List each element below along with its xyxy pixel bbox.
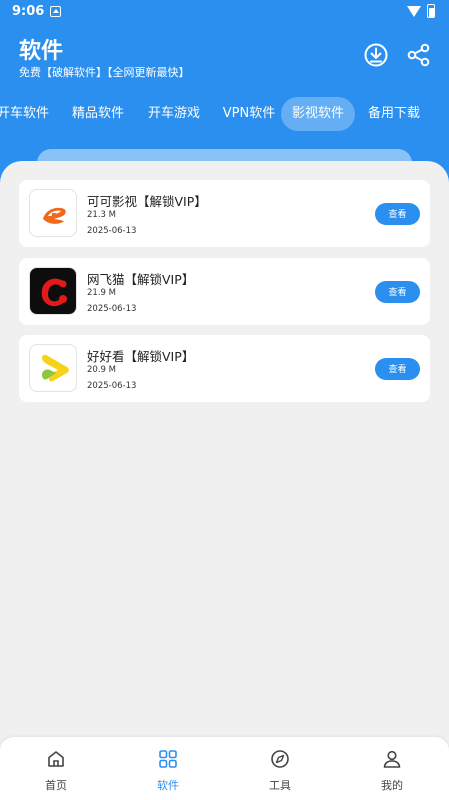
grid-icon xyxy=(159,750,177,768)
app-date: 2025-06-13 xyxy=(87,304,137,314)
view-button[interactable]: 查看 xyxy=(375,203,420,225)
share-button[interactable] xyxy=(406,42,432,68)
notification-icon xyxy=(50,6,61,17)
app-date: 2025-06-13 xyxy=(87,381,137,391)
nav-tools[interactable]: 工具 xyxy=(224,737,336,800)
home-icon xyxy=(48,751,64,767)
app-size: 21.3 M xyxy=(87,210,116,220)
download-icon xyxy=(364,43,388,67)
status-bar: 9:06 xyxy=(0,0,449,24)
page-subtitle: 免费【破解软件】【全网更新最快】 xyxy=(19,66,190,79)
nav-home-label: 首页 xyxy=(45,779,67,792)
bottom-nav: 首页 软件 工具 我的 xyxy=(0,737,449,800)
app-size: 21.9 M xyxy=(87,288,116,298)
keke-icon xyxy=(29,189,77,237)
tab-vpn-software[interactable]: VPN软件 xyxy=(211,97,287,131)
tab-video-software[interactable]: 影视软件 xyxy=(281,97,355,131)
app-card[interactable]: 网飞猫【解锁VIP】 21.9 M 2025-06-13 查看 xyxy=(19,258,430,325)
app-card[interactable]: 可可影视【解锁VIP】 21.3 M 2025-06-13 查看 xyxy=(19,180,430,247)
nav-software[interactable]: 软件 xyxy=(112,737,224,800)
app-date: 2025-06-13 xyxy=(87,226,137,236)
haohaokan-icon xyxy=(29,344,77,392)
tab-kaiche-games[interactable]: 开车游戏 xyxy=(136,97,212,131)
app-card[interactable]: 好好看【解锁VIP】 20.9 M 2025-06-13 查看 xyxy=(19,335,430,402)
nav-software-label: 软件 xyxy=(157,779,179,792)
wifi-icon xyxy=(407,6,421,17)
app-size: 20.9 M xyxy=(87,365,116,375)
app-name: 可可影视【解锁VIP】 xyxy=(87,194,207,209)
nav-tools-label: 工具 xyxy=(269,779,291,792)
battery-icon xyxy=(427,4,435,18)
app-name: 网飞猫【解锁VIP】 xyxy=(87,272,195,287)
tab-jingpin-software[interactable]: 精品软件 xyxy=(60,97,136,131)
view-button[interactable]: 查看 xyxy=(375,281,420,303)
share-icon xyxy=(407,43,430,67)
tab-kaiche-software[interactable]: 开车软件 xyxy=(0,97,54,131)
compass-icon xyxy=(271,750,289,768)
user-icon xyxy=(383,750,401,768)
download-button[interactable] xyxy=(363,42,389,68)
view-button[interactable]: 查看 xyxy=(375,358,420,380)
status-time: 9:06 xyxy=(12,4,45,19)
category-tabs: 开车软件 精品软件 开车游戏 VPN软件 影视软件 备用下载 xyxy=(0,97,449,131)
nav-home[interactable]: 首页 xyxy=(0,737,112,800)
tab-backup-download[interactable]: 备用下载 xyxy=(361,97,427,131)
app-name: 好好看【解锁VIP】 xyxy=(87,349,195,364)
page-title: 软件 xyxy=(19,39,64,64)
nav-profile[interactable]: 我的 xyxy=(336,737,448,800)
wangfeimao-icon xyxy=(29,267,77,315)
nav-profile-label: 我的 xyxy=(381,779,403,792)
content-sheet xyxy=(0,161,449,800)
